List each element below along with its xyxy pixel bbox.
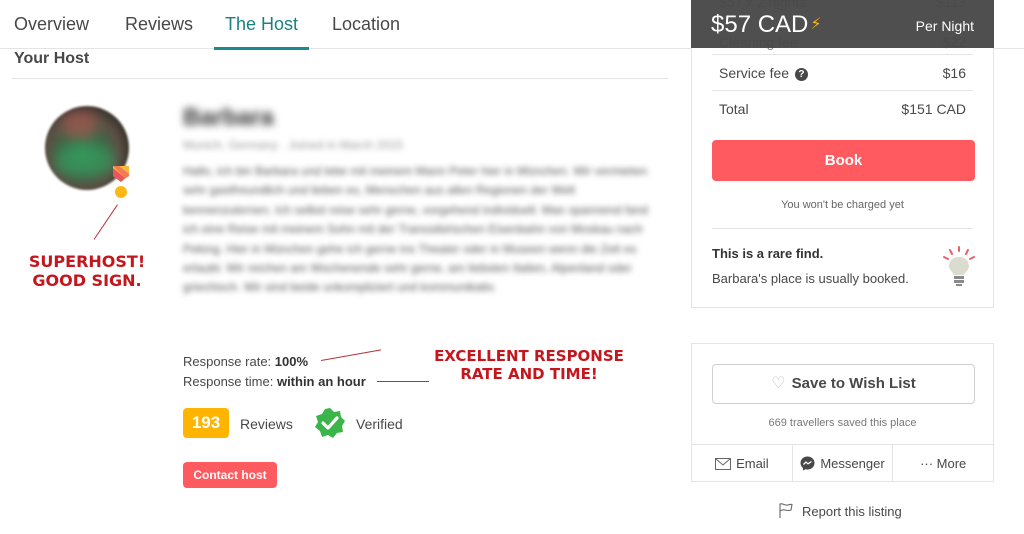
envelope-icon bbox=[715, 457, 732, 470]
share-email-label: Email bbox=[736, 456, 769, 471]
annotation-pointer bbox=[93, 204, 118, 240]
annotation-line-1: EXCELLENT RESPONSE bbox=[434, 347, 624, 365]
rare-find-title: This is a rare find. bbox=[712, 246, 824, 261]
report-listing-label: Report this listing bbox=[802, 503, 902, 519]
section-title: Your Host bbox=[14, 50, 90, 67]
nightly-price-value: $57 CAD bbox=[711, 11, 809, 38]
share-email-button[interactable]: Email bbox=[692, 445, 793, 482]
response-rate-label: Response rate: bbox=[183, 354, 272, 369]
service-fee-row: Service fee ? $16 bbox=[719, 65, 966, 81]
divider bbox=[712, 54, 973, 55]
wishlist-card: ♡ Save to Wish List 669 travellers saved … bbox=[691, 343, 994, 482]
annotation-line-1: SUPERHOST! bbox=[28, 252, 146, 271]
share-messenger-label: Messenger bbox=[820, 456, 885, 471]
save-to-wishlist-button[interactable]: ♡ Save to Wish List bbox=[712, 364, 975, 404]
share-messenger-button[interactable]: Messenger bbox=[793, 445, 894, 482]
instant-book-bolt-icon: ⚡ bbox=[810, 16, 822, 33]
host-name: Barbara bbox=[183, 104, 274, 131]
verified-check-icon bbox=[315, 408, 345, 438]
response-rate: Response rate: 100% bbox=[183, 354, 308, 369]
tab-location[interactable]: Location bbox=[332, 14, 400, 47]
tab-the-host[interactable]: The Host bbox=[214, 14, 310, 50]
rare-find-subtitle: Barbara's place is usually booked. bbox=[712, 271, 909, 286]
divider bbox=[712, 90, 973, 91]
divider bbox=[12, 78, 668, 79]
annotation-pointer bbox=[320, 349, 382, 361]
total-label: Total bbox=[719, 101, 749, 117]
response-time: Response time: within an hour bbox=[183, 374, 366, 389]
messenger-icon bbox=[800, 456, 815, 471]
help-icon[interactable]: ? bbox=[794, 68, 808, 81]
annotation-line-2: RATE AND TIME! bbox=[460, 365, 598, 383]
tab-reviews[interactable]: Reviews bbox=[125, 14, 193, 47]
nightly-price: $57 CAD ⚡ bbox=[711, 11, 822, 39]
response-time-value: within an hour bbox=[276, 374, 366, 389]
host-meta: Munich, Germany · Joined in March 2015 bbox=[183, 138, 404, 152]
heart-icon: ♡ bbox=[771, 375, 786, 392]
book-button[interactable]: Book bbox=[712, 140, 975, 181]
response-time-label: Response time: bbox=[183, 374, 274, 389]
reviews-label[interactable]: Reviews bbox=[240, 416, 293, 432]
total-amount: $151 CAD bbox=[901, 101, 966, 117]
divider bbox=[712, 228, 973, 229]
contact-host-button[interactable]: Contact host bbox=[183, 462, 277, 488]
no-charge-note: You won't be charged yet bbox=[781, 199, 904, 211]
total-row: Total $151 CAD bbox=[719, 101, 966, 117]
share-more-button[interactable]: ··· More bbox=[893, 445, 993, 482]
service-fee-amount: $16 bbox=[942, 65, 966, 81]
response-rate-value: 100% bbox=[274, 354, 309, 369]
response-annotation: EXCELLENT RESPONSE RATE AND TIME! bbox=[420, 347, 638, 383]
service-fee-label: Service fee bbox=[719, 65, 790, 81]
per-night-label: Per Night bbox=[915, 18, 974, 34]
host-bio: Hallo, ich bin Barbara und lebe mit mein… bbox=[183, 164, 648, 295]
annotation-line-2: GOOD SIGN. bbox=[32, 271, 142, 291]
save-to-wishlist-label: Save to Wish List bbox=[791, 375, 916, 392]
superhost-annotation: SUPERHOST! GOOD SIGN. bbox=[14, 252, 160, 290]
share-row: Email Messenger ··· More bbox=[692, 444, 993, 482]
report-listing-link[interactable]: Report this listing bbox=[778, 503, 902, 519]
superhost-badge-icon bbox=[113, 166, 129, 198]
verified-label: Verified bbox=[356, 416, 403, 432]
saved-count: 669 travellers saved this place bbox=[768, 417, 917, 429]
price-header: $57 CAD ⚡ Per Night bbox=[691, 0, 994, 48]
tab-overview[interactable]: Overview bbox=[14, 14, 89, 47]
reviews-count-badge[interactable]: 193 bbox=[183, 408, 229, 438]
lightbulb-icon bbox=[943, 246, 975, 286]
share-more-label: ··· More bbox=[920, 456, 967, 471]
flag-icon bbox=[779, 503, 793, 518]
